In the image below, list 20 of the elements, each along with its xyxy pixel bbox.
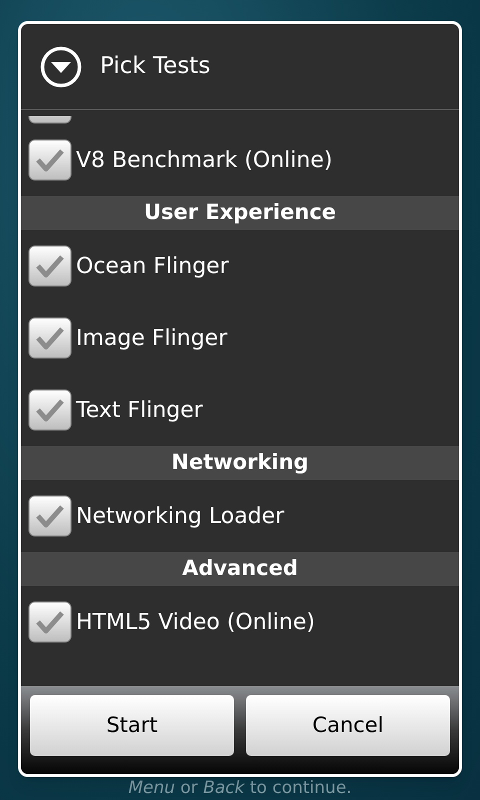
checkbox[interactable] <box>28 139 72 181</box>
checkbox[interactable] <box>28 495 72 537</box>
cancel-button[interactable]: Cancel <box>246 695 450 756</box>
checkbox[interactable] <box>28 245 72 287</box>
test-label[interactable]: Image Flinger <box>76 322 228 354</box>
checkbox[interactable] <box>28 389 72 431</box>
start-button[interactable]: Start <box>30 695 234 756</box>
checkbox[interactable] <box>28 317 72 359</box>
section-header: User Experience <box>144 199 336 226</box>
dropdown-icon <box>40 46 82 88</box>
test-label[interactable]: Networking Loader <box>76 500 284 532</box>
checkbox[interactable] <box>28 601 72 643</box>
dialog-title: Pick Tests <box>100 52 210 82</box>
test-label[interactable]: V8 Benchmark (Online) <box>76 144 332 176</box>
section-header: Networking <box>171 449 309 476</box>
test-label[interactable]: HTML5 Video (Online) <box>76 606 315 638</box>
test-label[interactable]: Text Flinger <box>76 394 203 426</box>
test-label[interactable]: Ocean Flinger <box>76 250 229 282</box>
hint-text: Menu or Back to continue. <box>128 778 352 798</box>
section-header: Advanced <box>182 555 298 582</box>
